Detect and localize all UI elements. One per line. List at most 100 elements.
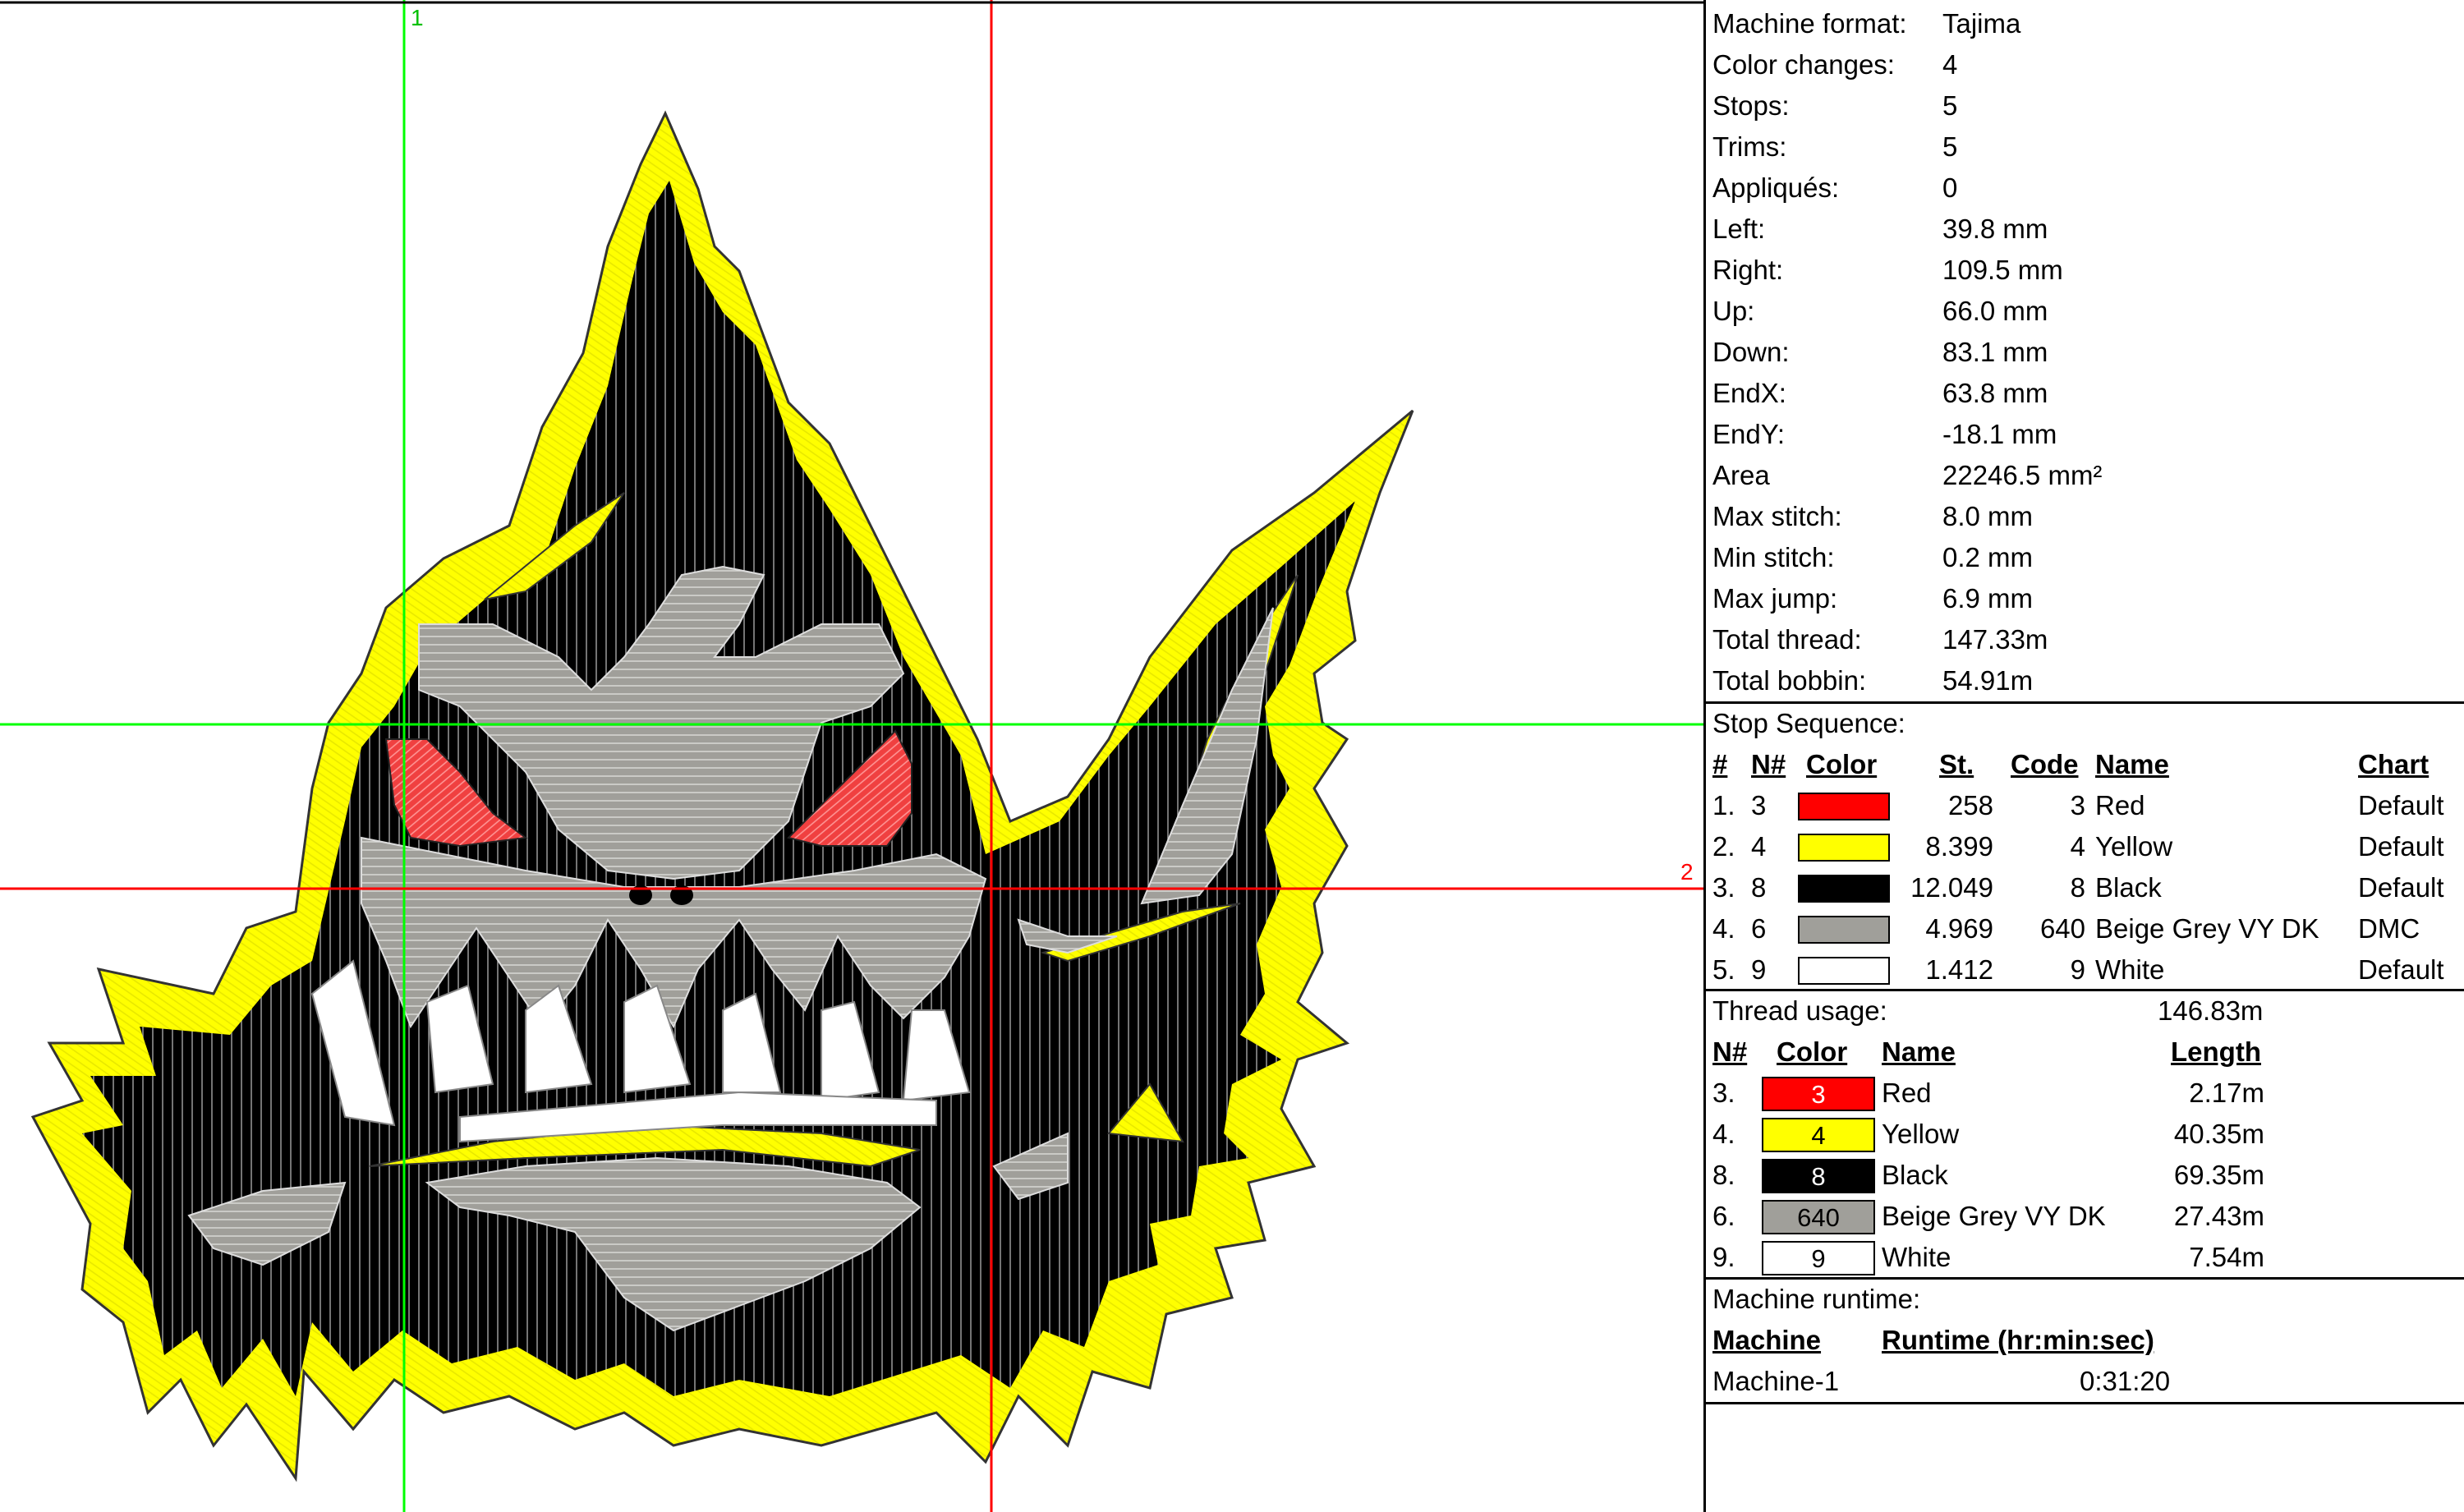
stat-label: Up: xyxy=(1712,296,1755,326)
stat-label: Appliqués: xyxy=(1712,172,1840,203)
stop-row-st: 258 xyxy=(1947,790,1993,820)
stat-value: -18.1 mm xyxy=(1942,419,2057,449)
machine-runtime-title: Machine runtime: xyxy=(1712,1284,1921,1314)
stat-value: 5 xyxy=(1942,90,1958,121)
stat-label: Total bobbin: xyxy=(1712,665,1867,696)
stat-value: 0 xyxy=(1942,172,1958,203)
thread-usage-total: 146.83m xyxy=(2158,995,2264,1026)
runtime-header-runtime: Runtime (hr:min:sec) xyxy=(1882,1325,2154,1355)
stat-row: EndY: -18.1 mm xyxy=(1712,414,2452,455)
thread-header-n: N# xyxy=(1712,1036,1748,1067)
thread-row-n: 6. xyxy=(1712,1201,1735,1231)
stat-row: Appliqués: 0 xyxy=(1712,168,2452,209)
guide-label-1: 1 xyxy=(411,5,424,30)
thread-color-swatch: 9 xyxy=(1762,1241,1875,1275)
thread-header-color: Color xyxy=(1777,1036,1848,1067)
thread-row-length: 69.35m xyxy=(2173,1160,2264,1190)
stop-row-name: White xyxy=(2095,954,2165,985)
stop-row-n: 8 xyxy=(1751,872,1767,903)
thread-row-length: 27.43m xyxy=(2173,1201,2264,1231)
thread-row-name: White xyxy=(1882,1242,1951,1272)
thread-color-swatch: 640 xyxy=(1762,1200,1875,1234)
stat-label: EndY: xyxy=(1712,419,1786,449)
stop-header-name: Name xyxy=(2095,749,2169,779)
runtime-row-machine: Machine-1 xyxy=(1712,1366,1840,1396)
stop-row-chart: DMC xyxy=(2358,913,2420,944)
thread-color-swatch: 8 xyxy=(1762,1159,1875,1193)
thread-row-length: 2.17m xyxy=(2189,1078,2264,1108)
stat-row: Total bobbin: 54.91m xyxy=(1712,660,2452,701)
stat-row: Max stitch: 8.0 mm xyxy=(1712,496,2452,537)
stat-label: Total thread: xyxy=(1712,624,1862,655)
stop-row-code: 640 xyxy=(2039,913,2085,944)
stop-row-n: 9 xyxy=(1751,954,1767,985)
color-swatch xyxy=(1798,875,1890,903)
stop-row-name: Beige Grey VY DK xyxy=(2095,913,2319,944)
stat-value: 66.0 mm xyxy=(1942,296,2048,326)
stop-row-name: Black xyxy=(2095,872,2162,903)
stat-row: Left: 39.8 mm xyxy=(1712,209,2452,250)
stat-label: Min stitch: xyxy=(1712,542,1835,572)
thread-header-name: Name xyxy=(1882,1036,1956,1067)
stat-row: Stops: 5 xyxy=(1712,85,2452,126)
stat-label: Stops: xyxy=(1712,90,1790,121)
thread-color-swatch: 3 xyxy=(1762,1077,1875,1111)
thread-row-name: Red xyxy=(1882,1078,1932,1108)
stop-header-color: Color xyxy=(1806,749,1878,779)
stop-sequence-title: Stop Sequence: xyxy=(1712,708,1905,738)
color-swatch xyxy=(1798,957,1890,985)
runtime-row-time: 0:31:20 xyxy=(2080,1366,2171,1396)
design-info-panel: Machine format: Tajima Color changes: 4 Stop… xyxy=(1703,0,2464,1512)
stat-value: 5 xyxy=(1942,131,1958,162)
thread-header-length: Length xyxy=(2171,1036,2261,1067)
thread-row-n: 9. xyxy=(1712,1242,1735,1272)
stat-row: Machine format: Tajima xyxy=(1712,3,2452,44)
stat-row: EndX: 63.8 mm xyxy=(1712,373,2452,414)
stat-label: Trims: xyxy=(1712,131,1787,162)
stat-value: 54.91m xyxy=(1942,665,2034,696)
thread-row-n: 3. xyxy=(1712,1078,1735,1108)
stat-value: 22246.5 mm² xyxy=(1942,460,2103,490)
stop-row-num: 2. xyxy=(1712,831,1735,862)
runtime-header-machine: Machine xyxy=(1712,1325,1822,1355)
thread-row-length: 40.35m xyxy=(2173,1119,2264,1149)
stat-label: Area xyxy=(1712,460,1770,490)
stop-row-num: 4. xyxy=(1712,913,1735,944)
thread-usage-title: Thread usage: xyxy=(1712,995,1887,1026)
design-canvas[interactable]: 1 2 xyxy=(0,0,1703,1512)
stop-row-num: 3. xyxy=(1712,872,1735,903)
stat-row: Down: 83.1 mm xyxy=(1712,332,2452,373)
stat-label: Max jump: xyxy=(1712,583,1838,614)
embroidery-preview xyxy=(0,0,1703,1512)
color-swatch xyxy=(1798,916,1890,944)
divider xyxy=(1706,1402,2464,1404)
stat-label: Max stitch: xyxy=(1712,501,1842,531)
stop-header-num: # xyxy=(1712,749,1728,779)
stop-row-chart: Default xyxy=(2358,790,2444,820)
stop-row-st: 4.969 xyxy=(1925,913,1993,944)
stat-value: 4 xyxy=(1942,49,1958,80)
stat-label: EndX: xyxy=(1712,378,1786,408)
stat-value: 83.1 mm xyxy=(1942,337,2048,367)
stat-label: Color changes: xyxy=(1712,49,1895,80)
stat-value: 6.9 mm xyxy=(1942,583,2034,614)
stat-value: Tajima xyxy=(1942,8,2021,39)
stop-header-chart: Chart xyxy=(2358,749,2430,779)
stop-row-n: 3 xyxy=(1751,790,1767,820)
stop-row-code: 3 xyxy=(2070,790,2085,820)
stop-row-name: Yellow xyxy=(2095,831,2173,862)
thread-row-name: Black xyxy=(1882,1160,1948,1190)
stat-row: Right: 109.5 mm xyxy=(1712,250,2452,291)
stop-row-code: 8 xyxy=(2070,872,2085,903)
stop-header-st: St. xyxy=(1939,749,1974,779)
stop-row-chart: Default xyxy=(2358,954,2444,985)
stat-value: 147.33m xyxy=(1942,624,2048,655)
color-swatch xyxy=(1798,834,1890,862)
stat-row: Trims: 5 xyxy=(1712,126,2452,168)
stat-value: 0.2 mm xyxy=(1942,542,2034,572)
thread-row-n: 4. xyxy=(1712,1119,1735,1149)
stop-row-code: 4 xyxy=(2070,831,2085,862)
thread-row-name: Beige Grey VY DK xyxy=(1882,1201,2106,1231)
guide-label-2: 2 xyxy=(1680,859,1694,885)
thread-row-name: Yellow xyxy=(1882,1119,1960,1149)
